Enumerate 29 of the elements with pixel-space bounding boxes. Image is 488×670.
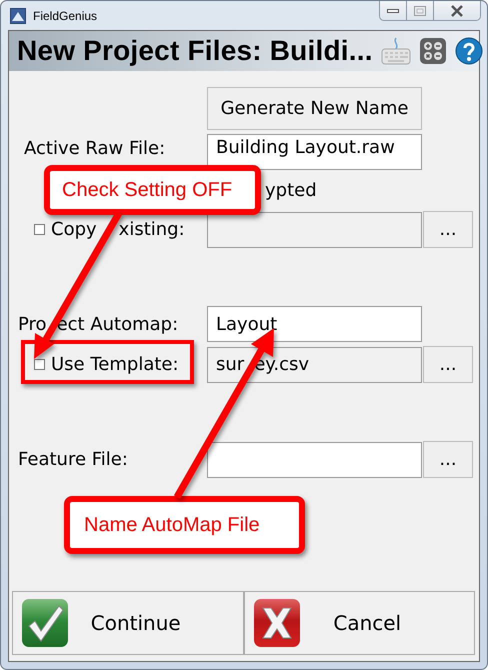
close-button[interactable] [434, 1, 480, 20]
x-icon [252, 598, 300, 648]
app-icon [10, 8, 26, 24]
continue-button[interactable]: Continue [12, 591, 244, 655]
checkbox-label: ypted [265, 180, 317, 201]
minimize-icon [387, 8, 399, 14]
cancel-button[interactable]: Cancel [244, 591, 475, 655]
raw-file-field[interactable]: Building Layout.raw [207, 134, 422, 170]
generate-name-button[interactable]: Generate New Name [207, 87, 422, 130]
field-label: Pro [18, 314, 47, 334]
maximize-icon [414, 6, 426, 16]
callout-tooltip: Check Setting OFF [44, 165, 261, 215]
callout-tooltip: Name AutoMap File [64, 496, 305, 554]
field-label: Active Raw File: [23, 138, 166, 159]
help-icon[interactable] [454, 37, 483, 65]
field-label: ect Automap: [56, 314, 178, 334]
checkbox-label: xisting: [118, 219, 185, 240]
feature-file-field[interactable] [207, 442, 422, 478]
checkbox-label: Use Template: [51, 354, 179, 375]
calculator-icon[interactable] [418, 37, 447, 65]
checkmark-icon [21, 598, 69, 648]
dialog-title: New Project Files: Buildi... [17, 35, 373, 67]
checkbox-label: Copy [51, 219, 97, 240]
field-label: Feature File: [18, 449, 129, 470]
project-automap-field[interactable]: Layout [207, 306, 422, 342]
minimize-button[interactable] [380, 1, 407, 20]
close-icon [450, 4, 464, 16]
browse-button[interactable]: ... [423, 441, 473, 478]
window-title: FieldGenius [33, 8, 98, 22]
